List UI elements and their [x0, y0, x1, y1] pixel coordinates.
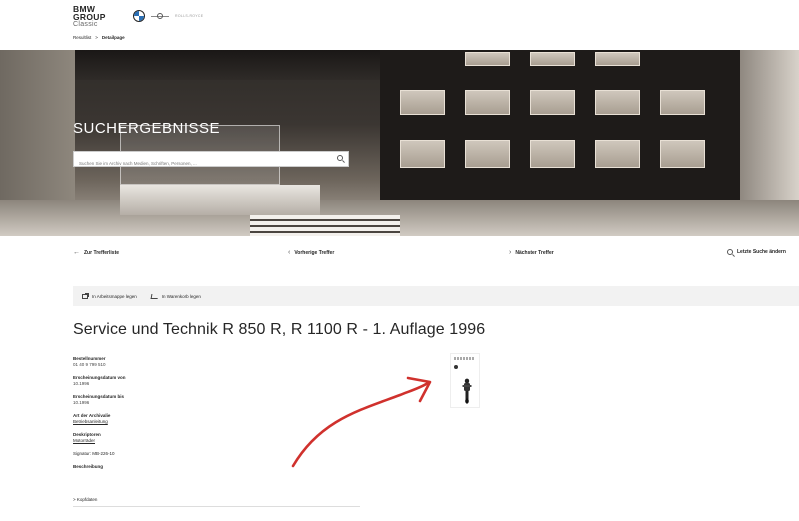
bmw-roundel-icon[interactable] [133, 10, 145, 22]
arrow-left-icon: ← [73, 249, 80, 256]
field-value: 01 40 9 799 510 [73, 362, 106, 367]
field-label: Beschreibung [73, 464, 104, 469]
document-title: Service und Technik R 850 R, R 1100 R - … [73, 321, 486, 338]
document-details: Bestellnummer 01 40 9 799 510 Erscheinun… [73, 356, 363, 477]
add-to-workfolder-label: In Arbeitsmappe legen [92, 293, 137, 299]
result-navigation: ← Zur Trefferliste ‹ Vorherige Treffer ›… [0, 249, 799, 261]
field-description: Beschreibung [73, 464, 363, 470]
hero-steps [250, 215, 400, 236]
field-date-from: Erscheinungsdatum von 10.1996 [73, 375, 363, 387]
search-input[interactable] [74, 156, 348, 171]
archive-type-link[interactable]: Betriebsanleitung [73, 419, 363, 425]
bmw-group-classic-logo[interactable]: BMW GROUP Classic [73, 5, 106, 29]
next-hit-link[interactable]: › Nächster Treffer [509, 249, 554, 256]
page-title: SUCHERGEBNISSE [73, 120, 221, 137]
chevron-right-icon: › [509, 249, 512, 256]
folder-edit-icon [82, 292, 89, 299]
breadcrumb-current: Detailpage [101, 35, 125, 40]
previous-hit-link[interactable]: ‹ Vorherige Treffer [288, 249, 334, 256]
hero-display-base [120, 185, 320, 215]
back-to-results-link[interactable]: ← Zur Trefferliste [73, 249, 119, 256]
change-last-search-label: Letzte Suche ändern [737, 249, 786, 255]
kopfdaten-toggle[interactable]: > Kopfdaten [73, 497, 97, 502]
rolls-royce-logo[interactable]: ROLLS-ROYCE [175, 14, 203, 18]
add-to-cart-button[interactable]: In Warenkorb legen [150, 293, 201, 299]
divider [73, 506, 360, 507]
search-box [73, 151, 349, 171]
site-header: BMW GROUP Classic ROLLS-ROYCE Resultlist… [0, 0, 799, 50]
cart-icon [150, 293, 159, 299]
search-icon [727, 249, 733, 255]
bmw-roundel-icon [454, 365, 458, 369]
breadcrumb-resultlist[interactable]: Resultlist [73, 35, 91, 40]
field-value: 10.1996 [73, 400, 90, 405]
descriptor-link[interactable]: Motorräder [73, 438, 363, 444]
breadcrumb: Resultlist > Detailpage [73, 35, 125, 40]
field-archive-type: Art der Archivalie Betriebsanleitung [73, 413, 363, 425]
add-to-cart-label: In Warenkorb legen [161, 293, 201, 299]
breadcrumb-separator: > [95, 35, 98, 40]
action-bar: In Arbeitsmappe legen In Warenkorb legen [73, 286, 799, 306]
logo-line-group: GROUP [73, 12, 106, 22]
field-descriptors: Deskriptoren Motorräder [73, 432, 363, 444]
motorcycle-image [462, 378, 472, 404]
search-icon[interactable] [337, 155, 343, 161]
back-to-results-label: Zur Trefferliste [84, 249, 120, 256]
mini-logo-icon[interactable] [151, 12, 169, 20]
hero-banner: SUCHERGEBNISSE [0, 50, 799, 236]
chevron-left-icon: ‹ [288, 249, 291, 256]
document-thumbnail[interactable] [450, 353, 480, 408]
change-last-search-link[interactable]: Letzte Suche ändern [727, 249, 786, 255]
brand-logos: ROLLS-ROYCE [133, 10, 203, 22]
field-order-number: Bestellnummer 01 40 9 799 510 [73, 356, 363, 368]
field-signature: Signatur: MB-226-10 [73, 451, 115, 456]
kopfdaten-label: Kopfdaten [76, 497, 98, 502]
add-to-workfolder-button[interactable]: In Arbeitsmappe legen [82, 292, 137, 299]
field-date-to: Erscheinungsdatum bis 10.1996 [73, 394, 363, 406]
previous-hit-label: Vorherige Treffer [294, 249, 335, 256]
logo-line-classic: Classic [73, 21, 98, 28]
field-value: 10.1996 [73, 381, 90, 386]
next-hit-label: Nächster Treffer [515, 249, 554, 256]
